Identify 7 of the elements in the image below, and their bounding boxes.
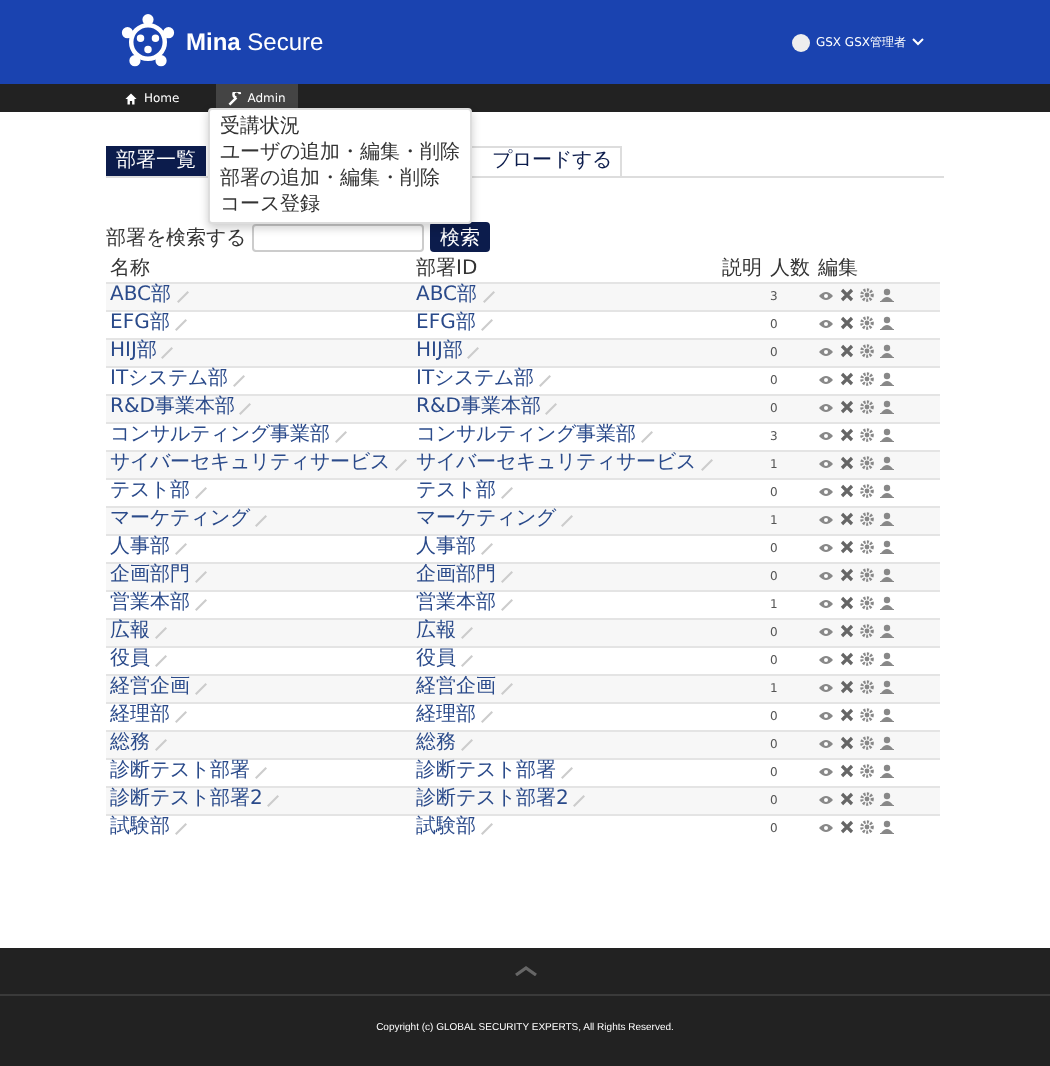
search-label: 部署を検索する <box>106 225 246 251</box>
column-header: 名称 <box>110 258 150 280</box>
column-header: 部署ID <box>416 258 478 280</box>
column-header: 編集 <box>818 258 858 280</box>
column-header: 説明 <box>722 258 762 280</box>
brand-name: Mina Secure <box>186 28 324 56</box>
column-header: 人数 <box>770 258 810 280</box>
